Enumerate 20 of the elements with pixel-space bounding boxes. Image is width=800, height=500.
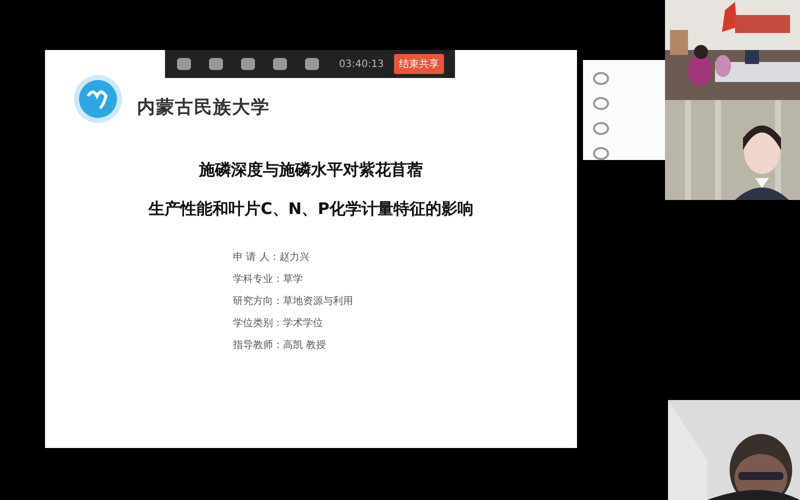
slide-title: 生产性能和叶片C、N、P化学计量特征的影响 bbox=[148, 199, 474, 220]
tool-icon[interactable] bbox=[593, 72, 609, 85]
university-logo-icon bbox=[73, 74, 123, 124]
slide-title: 施磷深度与施磷水平对紫花苜蓿 bbox=[198, 160, 423, 181]
university-name: 内蒙古民族大学 bbox=[137, 96, 270, 119]
applicant-detail: 学位类别：学术学位 bbox=[233, 316, 324, 331]
toolbar-icon[interactable] bbox=[305, 58, 319, 70]
applicant-detail: 学科专业：草学 bbox=[233, 272, 304, 287]
tool-icon[interactable] bbox=[593, 122, 609, 135]
stop-sharing-button[interactable]: 结束共享 bbox=[394, 54, 444, 74]
tool-icon[interactable] bbox=[593, 97, 609, 110]
applicant-detail: 研究方向：草地资源与利用 bbox=[233, 294, 353, 309]
toolbar-icon[interactable] bbox=[273, 58, 287, 70]
toolbar-icon[interactable] bbox=[177, 58, 191, 70]
applicant-detail: 申 请 人：赵力兴 bbox=[233, 250, 310, 265]
tool-icon[interactable] bbox=[593, 147, 609, 160]
meeting-timer: 03:40:13 bbox=[339, 58, 384, 70]
applicant-detail: 指导教师：高凯 教授 bbox=[233, 338, 328, 353]
toolbar-icon[interactable] bbox=[209, 58, 223, 70]
toolbar-icon[interactable] bbox=[241, 58, 255, 70]
